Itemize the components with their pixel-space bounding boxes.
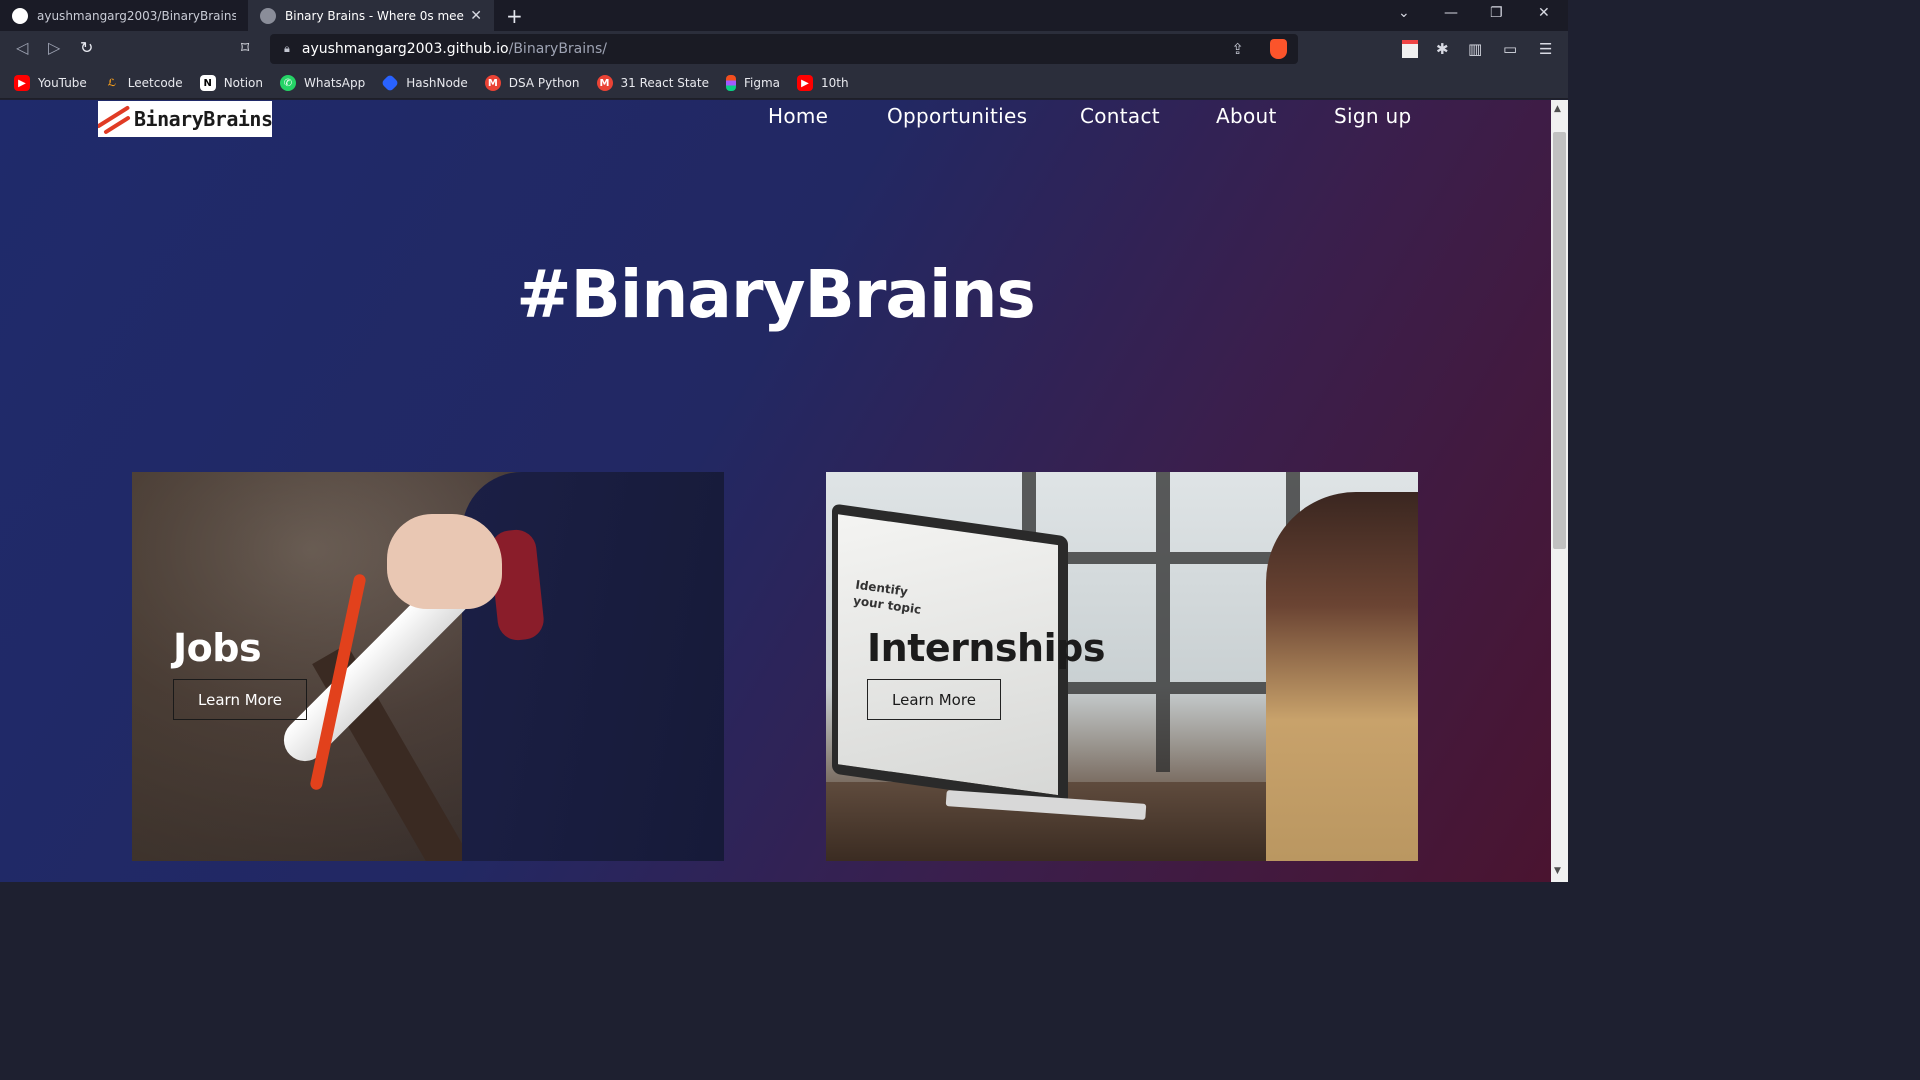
nav-home[interactable]: Home <box>768 104 828 128</box>
nav-sign-up[interactable]: Sign up <box>1334 104 1411 128</box>
bookmark-youtube[interactable]: ▶ YouTube <box>14 75 87 91</box>
bookmark-dsa-python[interactable]: M DSA Python <box>484 75 580 91</box>
bookmark-label: 10th <box>821 76 849 90</box>
bookmark-react-state[interactable]: M 31 React State <box>596 75 710 91</box>
bookmark-10th[interactable]: ▶ 10th <box>797 75 849 91</box>
page-viewport: BinaryBrains Home Opportunities Contact … <box>0 100 1551 882</box>
github-icon <box>12 7 28 24</box>
gmail-icon: M <box>484 75 501 91</box>
share-icon[interactable]: ⇪ <box>1231 40 1244 58</box>
bookmark-label: WhatsApp <box>304 76 366 90</box>
bookmark-whatsapp[interactable]: ✆ WhatsApp <box>280 75 365 91</box>
globe-icon <box>260 7 276 24</box>
hand-image <box>387 514 502 609</box>
url-host: ayushmangarg2003.github.io <box>301 41 509 57</box>
bookmark-icon[interactable]: ⌑ <box>241 38 249 57</box>
nav-about[interactable]: About <box>1216 104 1277 128</box>
leetcode-icon: ℒ <box>107 77 117 89</box>
close-window-icon[interactable]: ✕ <box>1538 5 1550 21</box>
hashnode-icon <box>381 73 400 93</box>
wallet-icon[interactable]: ▭ <box>1503 40 1517 58</box>
tab-binarybrains[interactable]: Binary Brains - Where 0s meet 1s ✕ <box>248 0 494 31</box>
figma-icon <box>726 75 736 91</box>
minimize-icon[interactable]: — <box>1444 5 1458 21</box>
youtube-icon: ▶ <box>797 75 814 91</box>
hero-title: #BinaryBrains <box>516 256 1036 333</box>
extensions-puzzle-icon[interactable]: ✱ <box>1436 40 1449 58</box>
tab-strip: ayushmangarg2003/BinaryBrains Binary Bra… <box>0 0 1568 31</box>
url-path: /BinaryBrains/ <box>508 41 608 57</box>
tab-title: ayushmangarg2003/BinaryBrains <box>37 8 236 23</box>
restore-icon[interactable]: ❐ <box>1490 5 1503 21</box>
reload-icon[interactable]: ↻ <box>80 38 93 57</box>
bookmark-hashnode[interactable]: HashNode <box>381 73 468 93</box>
sidebar-icon[interactable]: ▥ <box>1468 40 1482 58</box>
bookmark-label: YouTube <box>38 76 87 90</box>
learn-more-button[interactable]: Learn More <box>867 679 1001 720</box>
notion-icon: N <box>199 75 216 91</box>
bookmark-label: HashNode <box>406 76 468 90</box>
bookmark-label: DSA Python <box>508 76 580 90</box>
browser-toolbar: ◁ ▷ ↻ ⌑ 🔒︎ ayushmangarg2003.github.io/Bi… <box>0 31 1568 68</box>
card-title: Jobs <box>173 626 262 670</box>
scroll-up-arrow-icon[interactable]: ▲ <box>1554 104 1561 114</box>
back-icon[interactable]: ◁ <box>16 38 28 57</box>
tab-github[interactable]: ayushmangarg2003/BinaryBrains <box>0 0 248 31</box>
menu-icon[interactable]: ☰ <box>1539 40 1552 58</box>
bookmark-notion[interactable]: N Notion <box>199 75 263 91</box>
forward-icon[interactable]: ▷ <box>48 38 60 57</box>
new-tab-button[interactable]: + <box>506 4 523 28</box>
calendar-extension-icon[interactable] <box>1402 40 1418 58</box>
lock-icon: 🔒︎ <box>284 42 290 55</box>
internships-card[interactable]: Identify your topic Internships Learn Mo… <box>826 472 1418 861</box>
close-tab-icon[interactable]: ✕ <box>470 8 482 24</box>
logo-text: BinaryBrains <box>134 107 272 131</box>
gmail-icon: M <box>596 75 613 91</box>
whatsapp-icon: ✆ <box>280 75 296 91</box>
site-logo[interactable]: BinaryBrains <box>98 101 272 137</box>
tab-search-chevron-icon[interactable]: ⌄ <box>1398 5 1410 21</box>
bookmark-label: Leetcode <box>127 76 183 90</box>
brave-shields-icon[interactable] <box>1270 39 1287 59</box>
bookmark-leetcode[interactable]: ℒ Leetcode <box>104 75 183 91</box>
nav-opportunities[interactable]: Opportunities <box>887 104 1027 128</box>
bookmark-label: 31 React State <box>620 76 710 90</box>
tab-title: Binary Brains - Where 0s meet 1s <box>285 8 464 23</box>
bookmark-label: Figma <box>744 76 781 90</box>
card-title: Internships <box>867 626 1105 670</box>
bookmark-label: Notion <box>223 76 263 90</box>
jobs-card[interactable]: Jobs Learn More <box>132 472 724 861</box>
woman-image <box>1266 492 1418 861</box>
address-bar[interactable]: 🔒︎ ayushmangarg2003.github.io/BinaryBrai… <box>270 34 1298 64</box>
learn-more-button[interactable]: Learn More <box>173 679 307 720</box>
url-text[interactable]: ayushmangarg2003.github.io/BinaryBrains/ <box>302 41 607 57</box>
scroll-down-arrow-icon[interactable]: ▼ <box>1554 866 1561 876</box>
youtube-icon: ▶ <box>14 75 30 91</box>
nav-contact[interactable]: Contact <box>1080 104 1160 128</box>
scrollbar-thumb[interactable] <box>1553 132 1566 549</box>
graduate-sleeve-image <box>462 472 724 861</box>
bookmark-figma[interactable]: Figma <box>726 75 780 91</box>
bookmarks-bar: ▶ YouTube ℒ Leetcode N Notion ✆ WhatsApp… <box>0 68 1568 99</box>
